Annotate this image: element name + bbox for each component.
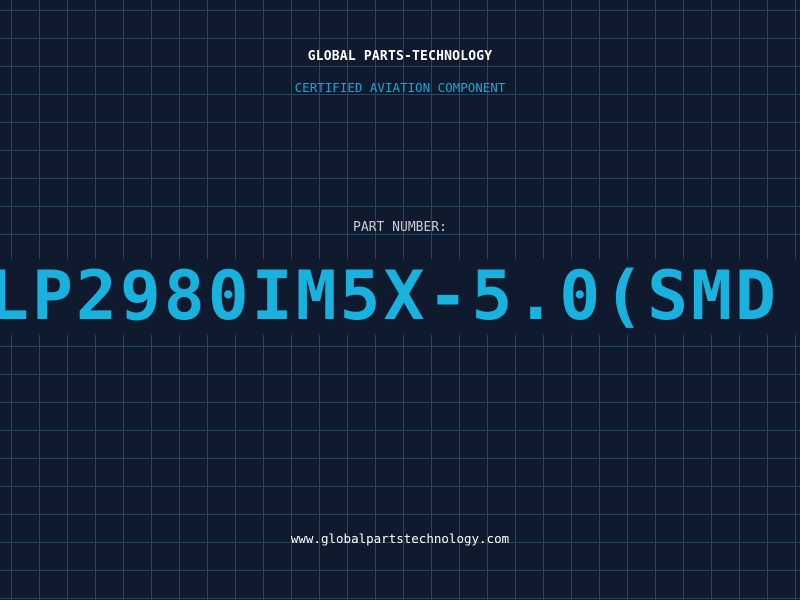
website-url: www.globalpartstechnology.com — [290, 531, 510, 546]
certification-tagline: CERTIFIED AVIATION COMPONENT — [294, 80, 506, 95]
brand-title: GLOBAL PARTS-TECHNOLOGY — [307, 49, 493, 64]
part-number-value: LP2980IM5X-5.0(SMD — [0, 259, 779, 335]
part-number-label: PART NUMBER: — [353, 220, 447, 235]
part-label-page: { "header": { "brand": "GLOBAL PARTS-TEC… — [0, 0, 800, 600]
part-number-band: LP2980IM5X-5.0(SMD — [0, 259, 800, 335]
